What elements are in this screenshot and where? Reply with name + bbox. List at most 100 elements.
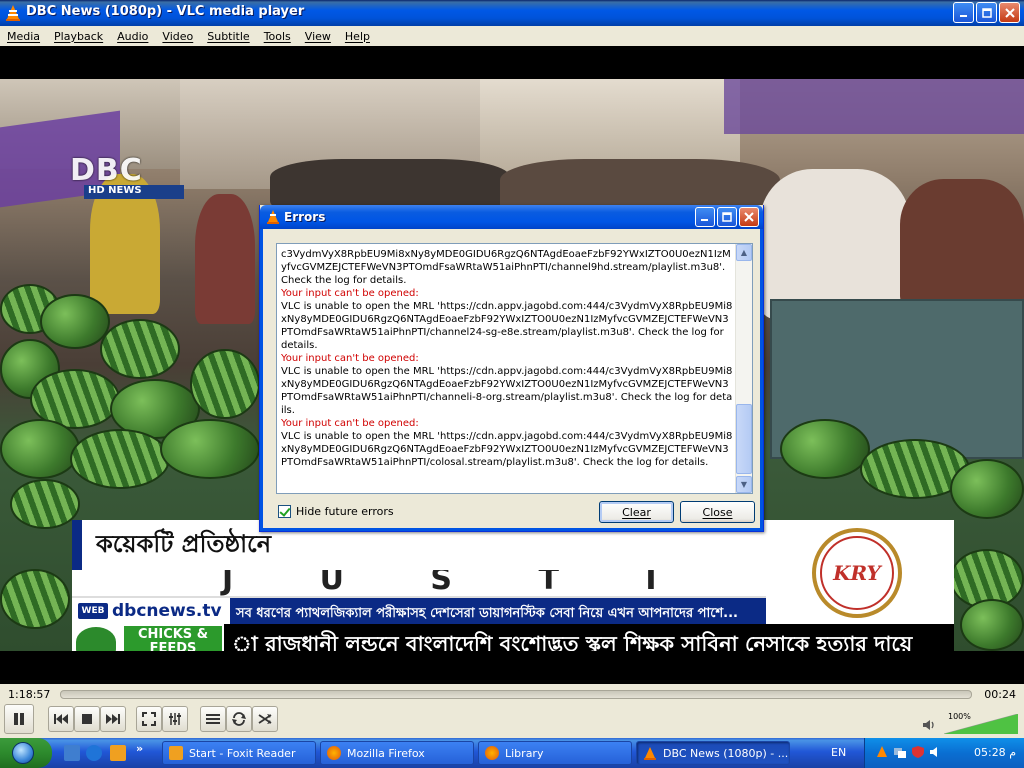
previous-button[interactable] xyxy=(48,706,74,732)
minimize-button[interactable] xyxy=(953,2,974,23)
vlc-tray-icon[interactable] xyxy=(875,745,889,759)
close-dialog-button[interactable]: Close xyxy=(680,501,755,523)
menu-subtitle[interactable]: Subtitle xyxy=(202,30,254,43)
minimize-icon xyxy=(959,14,967,17)
scroll-thumb[interactable] xyxy=(736,404,752,474)
previous-icon xyxy=(54,714,68,724)
firefox-icon xyxy=(485,746,499,760)
minimize-icon xyxy=(701,219,708,221)
volume-slider[interactable] xyxy=(944,714,1018,734)
vlc-cone-icon xyxy=(6,5,20,21)
playback-controls: 1:18:57 00:24 100% xyxy=(0,684,1024,738)
speaker-icon[interactable] xyxy=(922,718,936,732)
close-button[interactable] xyxy=(999,2,1020,23)
foxit-quicklaunch-icon[interactable] xyxy=(110,745,126,761)
volume-tray-icon[interactable] xyxy=(929,745,943,759)
dialog-maximize-button[interactable] xyxy=(717,207,737,227)
menu-bar: Media Playback Audio Video Subtitle Tool… xyxy=(0,26,1024,46)
log-error-line: Your input can't be opened: xyxy=(281,418,419,429)
stop-icon xyxy=(82,714,92,724)
taskbar-item-vlc[interactable]: DBC News (1080p) - ... xyxy=(636,741,790,765)
errors-dialog-footer: Hide future errors Clear Close xyxy=(276,501,755,525)
playlist-button[interactable] xyxy=(200,706,226,732)
menu-video[interactable]: Video xyxy=(157,30,198,43)
menu-audio[interactable]: Audio xyxy=(112,30,153,43)
loop-icon xyxy=(232,712,246,726)
error-log[interactable]: c3VydmVyX8RpbEU9Mi8xNy8yMDE0GIDU6RgzQ6NT… xyxy=(276,243,753,494)
channel-sublabel: HD NEWS xyxy=(84,185,184,199)
fullscreen-button[interactable] xyxy=(136,706,162,732)
menu-tools[interactable]: Tools xyxy=(259,30,296,43)
taskbar-item-label: Start - Foxit Reader xyxy=(189,746,296,760)
news-subrow: J U S T I N xyxy=(72,570,766,596)
shuffle-button[interactable] xyxy=(252,706,278,732)
taskbar-item-library[interactable]: Library xyxy=(478,741,632,765)
dialog-minimize-button[interactable] xyxy=(695,207,715,227)
channel-logo-text: DBC xyxy=(70,153,143,188)
taskbar-item-firefox[interactable]: Mozilla Firefox xyxy=(320,741,474,765)
dialog-window-controls xyxy=(695,207,759,227)
scroll-down-icon[interactable]: ▼ xyxy=(736,476,752,493)
web-badge: WEB xyxy=(78,603,108,619)
taskbar-item-label: Library xyxy=(505,746,544,760)
dialog-close-button[interactable] xyxy=(739,207,759,227)
security-shield-icon[interactable] xyxy=(911,745,925,759)
hide-future-errors-label[interactable]: Hide future errors xyxy=(296,505,394,518)
chicks-feeds-logo: CHICKS & FEEDS xyxy=(72,624,224,651)
errors-dialog-titlebar[interactable]: Errors xyxy=(260,205,763,229)
maximize-button[interactable] xyxy=(976,2,997,23)
vlc-cone-icon xyxy=(267,210,279,224)
show-desktop-icon[interactable] xyxy=(64,745,80,761)
system-clock[interactable]: 05:28 م xyxy=(974,746,1016,759)
error-log-content: c3VydmVyX8RpbEU9Mi8xNy8yMDE0GIDU6RgzQ6NT… xyxy=(281,248,733,469)
next-button[interactable] xyxy=(100,706,126,732)
language-indicator[interactable]: EN xyxy=(831,746,846,759)
foxit-icon xyxy=(169,746,183,760)
log-scrollbar[interactable]: ▲ ▼ xyxy=(735,244,752,493)
maximize-icon xyxy=(722,212,732,222)
network-tray-icon[interactable] xyxy=(893,745,907,759)
next-icon xyxy=(106,714,120,724)
website-row: WEB dbcnews.tv সব ধরণের প্যাথলজিক্যাল পর… xyxy=(72,596,766,626)
ad-line-bar: সব ধরণের প্যাথলজিক্যাল পরীক্ষাসহ দেশসেরা… xyxy=(230,598,766,626)
taskbar-item-foxit[interactable]: Start - Foxit Reader xyxy=(162,741,316,765)
pause-icon xyxy=(14,713,24,725)
start-button[interactable] xyxy=(0,738,52,768)
firefox-icon xyxy=(327,746,341,760)
news-headline: কয়েকটি প্রতিষ্ঠানে xyxy=(96,530,272,558)
taskbar-item-label: Mozilla Firefox xyxy=(347,746,425,760)
log-line: VLC is unable to open the MRL 'https://c… xyxy=(281,301,733,351)
window-titlebar[interactable]: DBC News (1080p) - VLC media player xyxy=(0,0,1024,26)
close-icon xyxy=(744,212,754,222)
seek-bar[interactable] xyxy=(60,690,972,699)
bird-icon xyxy=(76,627,116,651)
menu-help[interactable]: Help xyxy=(340,30,375,43)
errors-dialog: Errors c3VydmVyX8RpbEU9Mi8xNy8yMDE0GIDU6… xyxy=(259,205,764,532)
kry-logo: KRY xyxy=(812,528,902,618)
windows-orb-icon xyxy=(12,742,34,764)
pause-button[interactable] xyxy=(4,704,34,734)
errors-dialog-title: Errors xyxy=(284,210,326,224)
equalizer-icon xyxy=(169,713,181,725)
stop-button[interactable] xyxy=(74,706,100,732)
taskbar-item-label: DBC News (1080p) - ... xyxy=(663,746,789,760)
hide-future-errors-checkbox[interactable] xyxy=(278,505,291,518)
internet-explorer-icon[interactable] xyxy=(86,745,102,761)
menu-view[interactable]: View xyxy=(300,30,336,43)
system-tray: EN 05:28 م xyxy=(831,738,1024,768)
playlist-icon xyxy=(206,714,220,724)
quicklaunch-more-icon[interactable]: » xyxy=(136,742,143,755)
fullscreen-icon xyxy=(142,712,156,726)
loop-button[interactable] xyxy=(226,706,252,732)
elapsed-time[interactable]: 1:18:57 xyxy=(8,688,50,701)
menu-media[interactable]: Media xyxy=(2,30,45,43)
remaining-time[interactable]: 00:24 xyxy=(984,688,1016,701)
log-line: VLC is unable to open the MRL 'https://c… xyxy=(281,431,733,468)
news-ticker: CHICKS & FEEDS া রাজধানী লন্ডনে বাংলাদেশ… xyxy=(72,624,954,651)
scroll-up-icon[interactable]: ▲ xyxy=(736,244,752,261)
log-error-line: Your input can't be opened: xyxy=(281,353,419,364)
close-icon xyxy=(1004,7,1015,18)
menu-playback[interactable]: Playback xyxy=(49,30,108,43)
extended-settings-button[interactable] xyxy=(162,706,188,732)
clear-button[interactable]: Clear xyxy=(599,501,674,523)
